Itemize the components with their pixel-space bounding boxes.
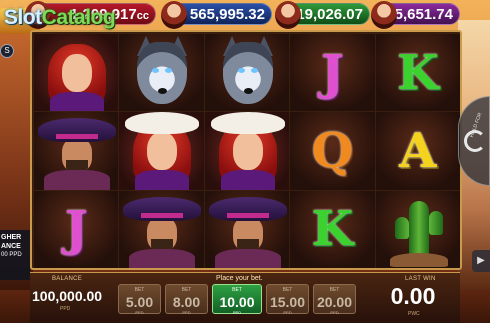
symbol-wolf [119,34,204,112]
balance-value: 100,000.00 [32,288,103,304]
jackpot-minor: 19,026.07 [275,1,370,29]
reel-grid: J K Q A J K [34,34,460,268]
symbol-cowboy [119,190,204,268]
jackpot-major: 565,995.32 [161,1,272,29]
symbol-letter-q: Q [290,112,375,190]
slotcatalog-watermark: SlotCatalog [4,6,116,29]
symbol-cowgirl [119,112,204,190]
bet-option-20[interactable]: BET 20.00 PPD [313,284,356,315]
jackpot-avatar-icon [161,1,187,29]
place-bet-label: Place your bet. [216,275,263,282]
last-win-label: LAST WIN [405,276,436,282]
play-icon[interactable]: ▶ [472,250,490,272]
symbol-wolf [204,34,290,112]
last-win-value: 0.00 [390,283,436,309]
higher-chance-line2: ANCE [1,243,21,250]
symbol-letter-k: K [290,190,375,268]
higher-chance-line1: GHER [1,234,22,241]
bet-option-8[interactable]: BET 8.00 PPD [165,284,208,315]
jackpot-avatar-icon [371,1,397,29]
bottom-bar: BALANCE 100,000.00 PPD Place your bet. B… [30,272,460,323]
symbol-redhead-woman [34,34,119,112]
symbol-letter-k: K [375,34,460,112]
higher-chance-line3: 00 PPD [1,252,22,258]
bet-option-15[interactable]: BET 15.00 PPD [266,284,309,315]
jackpot-grand-unit: cc [136,10,149,22]
symbol-letter-j: J [290,34,375,112]
symbol-cowboy [34,112,119,190]
jackpot-major-value: 565,995.32 [189,6,265,23]
last-win-unit: PWC [408,311,420,317]
symbol-letter-j: J [34,190,119,268]
higher-chance-button[interactable]: GHER ANCE 00 PPD [0,230,30,280]
symbol-cowgirl [204,112,290,190]
reel-frame: J K Q A J K [30,30,462,270]
jackpot-mini: 15,651.74 [371,1,460,29]
bet-option-10-selected[interactable]: BET 10.00 PPD [212,284,262,315]
jackpot-avatar-icon [275,1,301,29]
mode-button[interactable]: S [0,44,14,58]
symbol-cactus [375,190,460,268]
jackpot-minor-value: 19,026.07 [296,6,363,23]
bet-option-5[interactable]: BET 5.00 PPD [118,284,161,315]
bet-selector: BET 5.00 PPD BET 8.00 PPD BET 10.00 PPD … [118,284,368,316]
symbol-letter-a: A [375,112,460,190]
balance-label: BALANCE [52,276,83,282]
symbol-cowboy [204,190,290,268]
balance-unit: PPD [60,306,71,312]
